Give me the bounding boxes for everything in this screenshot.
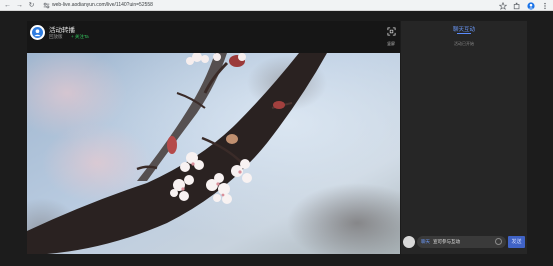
video-player: 活动转播 回放版 + 关注Ta 竖屏 [27,21,400,254]
follow-button[interactable]: + 关注Ta [71,34,89,40]
tab-active-indicator [457,33,471,34]
avatar [403,236,415,248]
chat-input-bar: 聊天 宣可参与互动 发送 [403,235,525,249]
tab-chat[interactable]: 聊天互动 [401,25,527,33]
back-icon[interactable]: ← [3,1,12,10]
page-title: 活动转播 [49,27,75,34]
player-header: 活动转播 回放版 + 关注Ta 竖屏 [27,21,400,53]
site-info-icon[interactable] [42,1,50,9]
chat-notice: 活动已开始 [454,41,474,46]
extensions-icon[interactable] [512,1,521,10]
screen-toggle-label: 竖屏 [387,41,395,46]
host-name: 回放版 [49,34,63,39]
blossom-video-image [27,53,400,254]
fullscreen-icon [386,27,396,36]
menu-icon[interactable] [540,1,549,10]
chat-panel: 聊天互动 活动已开始 聊天 宣可参与互动 发送 [401,21,527,254]
chat-input-prefix: 聊天 [421,239,430,244]
screen-toggle-button[interactable]: 竖屏 [385,23,397,47]
chat-input[interactable]: 聊天 宣可参与互动 [417,236,506,248]
reload-icon[interactable]: ↻ [27,1,36,10]
video-frame[interactable] [27,53,400,254]
live-page: 活动转播 回放版 + 关注Ta 竖屏 聊天互动 活动已开始 聊天 宣可参与互动 … [0,11,553,266]
user-icon [32,27,43,38]
browser-toolbar: ← → ↻ web-live.aodianyun.com/live/1140?u… [0,0,553,11]
bookmark-star-icon[interactable] [498,1,507,10]
profile-icon[interactable] [526,1,535,10]
chat-input-placeholder: 宣可参与互动 [433,239,460,244]
avatar[interactable] [30,25,45,40]
address-bar[interactable]: web-live.aodianyun.com/live/1140?uin=525… [52,2,153,8]
emoji-icon[interactable] [495,238,502,245]
forward-icon[interactable]: → [15,1,24,10]
send-button[interactable]: 发送 [508,236,525,248]
